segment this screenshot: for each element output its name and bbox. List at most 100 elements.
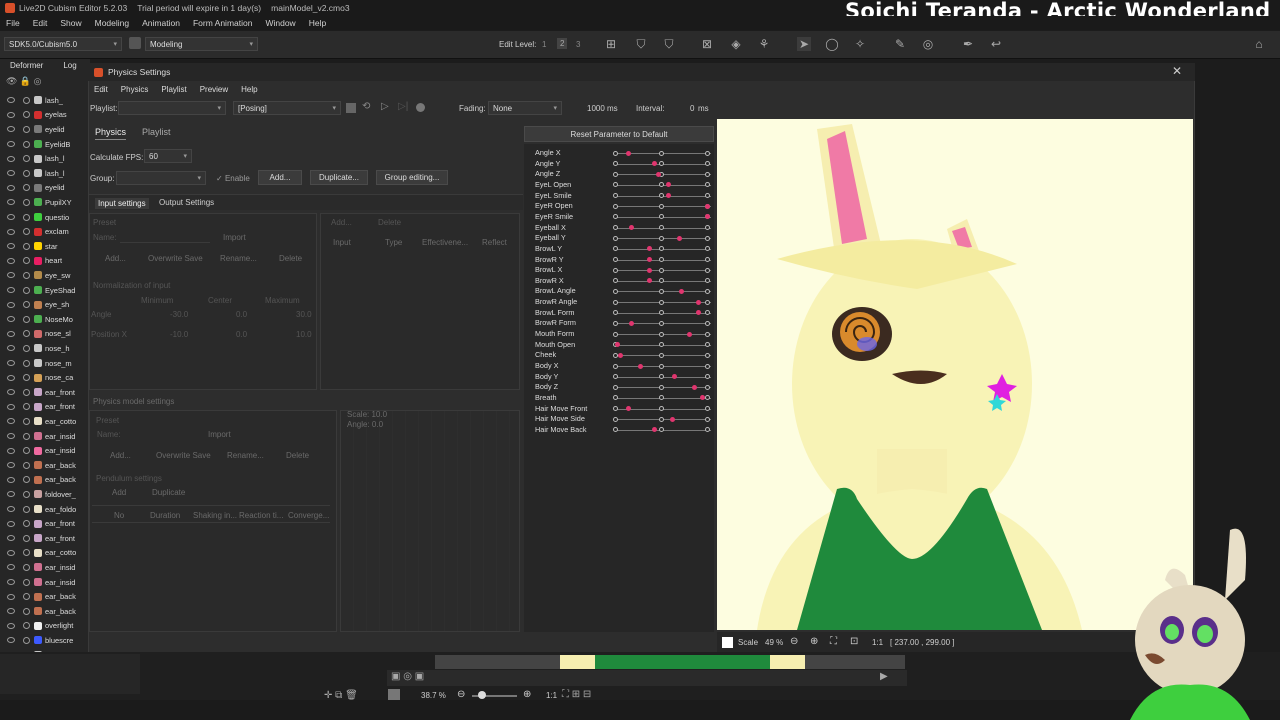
interval-value[interactable]: 0 <box>690 104 694 113</box>
lasso-icon[interactable]: ◯ <box>825 37 839 51</box>
visibility-eye-icon[interactable] <box>7 243 15 250</box>
parameter-row[interactable]: Hair Move Back <box>527 425 713 436</box>
physics-menu-preview[interactable]: Preview <box>200 85 228 94</box>
timeline-icons[interactable]: ▣ ◎ ▣ <box>391 671 424 682</box>
ratio-button[interactable]: 1:1 <box>872 638 883 647</box>
edit-level-1[interactable]: 1 <box>542 40 546 49</box>
tree-item[interactable]: NoseMo <box>0 312 90 327</box>
lock-toggle-icon[interactable] <box>23 549 30 557</box>
keyform-point[interactable] <box>613 363 618 369</box>
keyform-point[interactable] <box>659 257 664 262</box>
tree-item[interactable]: questio <box>0 210 90 225</box>
keyform-point[interactable] <box>705 416 710 422</box>
zoom-value[interactable]: 49 % <box>765 638 783 647</box>
tab-output-settings[interactable]: Output Settings <box>159 198 214 207</box>
keyform-point[interactable] <box>705 267 710 273</box>
parameter-row[interactable]: Mouth Open <box>527 340 713 351</box>
parameter-row[interactable]: Cheek <box>527 350 713 361</box>
arrow-tool-icon[interactable]: ➤ <box>797 37 811 51</box>
parameter-knob[interactable] <box>679 288 685 294</box>
close-icon[interactable]: ✕ <box>1172 64 1182 78</box>
parameter-row[interactable]: BrowR Form <box>527 318 713 329</box>
keyform-point[interactable] <box>705 257 710 262</box>
tree-item[interactable]: foldover_ <box>0 487 90 502</box>
tab-log[interactable]: Log <box>53 61 86 73</box>
overwrite-save-button[interactable]: Overwrite Save <box>148 254 203 263</box>
keyform-point[interactable] <box>659 406 664 412</box>
keyform-point[interactable] <box>705 374 710 380</box>
keyform-point[interactable] <box>613 320 618 326</box>
parameter-row[interactable]: Eyeball X <box>527 223 713 234</box>
tree-item[interactable]: ear_cotto <box>0 414 90 429</box>
parameter-row[interactable]: Hair Move Front <box>527 404 713 415</box>
parameter-knob[interactable] <box>665 193 671 199</box>
lock-toggle-icon[interactable] <box>23 534 30 542</box>
parameter-knob[interactable] <box>626 150 632 156</box>
parameter-knob[interactable] <box>695 310 701 316</box>
step-icon[interactable]: ▷| <box>398 101 408 112</box>
duplicate-group-button[interactable]: Duplicate... <box>310 170 368 185</box>
tree-item[interactable]: ear_front <box>0 400 90 415</box>
keyform-point[interactable] <box>613 395 618 401</box>
keyform-point[interactable] <box>613 384 618 390</box>
parameter-row[interactable]: EyeL Open <box>527 180 713 191</box>
parameter-knob[interactable] <box>686 331 692 337</box>
playlist-select[interactable] <box>118 101 226 115</box>
visibility-eye-icon[interactable] <box>7 476 15 483</box>
tree-item[interactable]: bluescre <box>0 633 90 648</box>
visibility-eye-icon[interactable] <box>7 535 15 542</box>
visibility-eye-icon[interactable] <box>7 564 15 571</box>
lock-toggle-icon[interactable] <box>23 563 30 571</box>
model-delete-button[interactable]: Delete <box>286 451 309 460</box>
lock-toggle-icon[interactable] <box>23 184 30 192</box>
parameter-row[interactable]: Mouth Form <box>527 329 713 340</box>
sdk-select[interactable]: SDK5.0/Cubism5.0 <box>4 37 122 51</box>
keyform-point[interactable] <box>659 320 664 326</box>
tab-playlist[interactable]: Playlist <box>142 127 171 137</box>
tree-toolbar-icons[interactable]: 👁 🔒 ◎ <box>6 76 42 87</box>
bottom-ratio[interactable]: 1:1 <box>546 691 557 700</box>
parameter-knob[interactable] <box>647 246 653 252</box>
parameter-row[interactable]: BrowR X <box>527 276 713 287</box>
tree-item[interactable]: PupilXY <box>0 195 90 210</box>
parameter-knob[interactable] <box>672 374 678 380</box>
tree-item[interactable]: overlight <box>0 619 90 634</box>
visibility-eye-icon[interactable] <box>7 141 15 148</box>
model-add-button[interactable]: Add... <box>110 451 131 460</box>
parameter-knob[interactable] <box>695 299 701 305</box>
physics-menu-help[interactable]: Help <box>241 85 257 94</box>
angle-center[interactable]: 0.0 <box>236 310 247 319</box>
lock-toggle-icon[interactable] <box>23 374 30 382</box>
lock-toggle-icon[interactable] <box>23 344 30 352</box>
keyform-point[interactable] <box>705 331 710 337</box>
lock-toggle-icon[interactable] <box>23 315 30 323</box>
menu-show[interactable]: Show <box>60 18 81 28</box>
pendulum-duplicate-button[interactable]: Duplicate <box>152 488 185 497</box>
keyform-point[interactable] <box>705 235 710 241</box>
parameter-knob[interactable] <box>705 214 711 220</box>
visibility-eye-icon[interactable] <box>7 184 15 191</box>
parameter-knob[interactable] <box>692 384 698 390</box>
model-overwrite-button[interactable]: Overwrite Save <box>156 451 211 460</box>
model-import-button[interactable]: Import <box>208 430 231 439</box>
tree-item[interactable]: EyeShad <box>0 283 90 298</box>
calc-fps-select[interactable]: 60 <box>144 149 192 163</box>
physics-menu-playlist[interactable]: Playlist <box>161 85 186 94</box>
tree-item[interactable]: eyelid <box>0 181 90 196</box>
target-icon[interactable]: ◎ <box>921 37 935 51</box>
glue-icon[interactable]: ⚘ <box>757 37 771 51</box>
keyform-point[interactable] <box>705 352 710 358</box>
keyform-point[interactable] <box>613 182 618 188</box>
visibility-eye-icon[interactable] <box>7 403 15 410</box>
keyform-point[interactable] <box>613 331 618 337</box>
tree-item[interactable]: lash_ <box>0 93 90 108</box>
keyform-point[interactable] <box>659 331 664 337</box>
parameter-row[interactable]: Body X <box>527 361 713 372</box>
mesh-icon[interactable]: ⊠ <box>700 37 714 51</box>
menu-file[interactable]: File <box>6 18 20 28</box>
tree-item[interactable]: ear_back <box>0 458 90 473</box>
lock-toggle-icon[interactable] <box>23 636 30 644</box>
visibility-eye-icon[interactable] <box>7 345 15 352</box>
visibility-eye-icon[interactable] <box>7 126 15 133</box>
tree-item[interactable]: ear_front <box>0 516 90 531</box>
